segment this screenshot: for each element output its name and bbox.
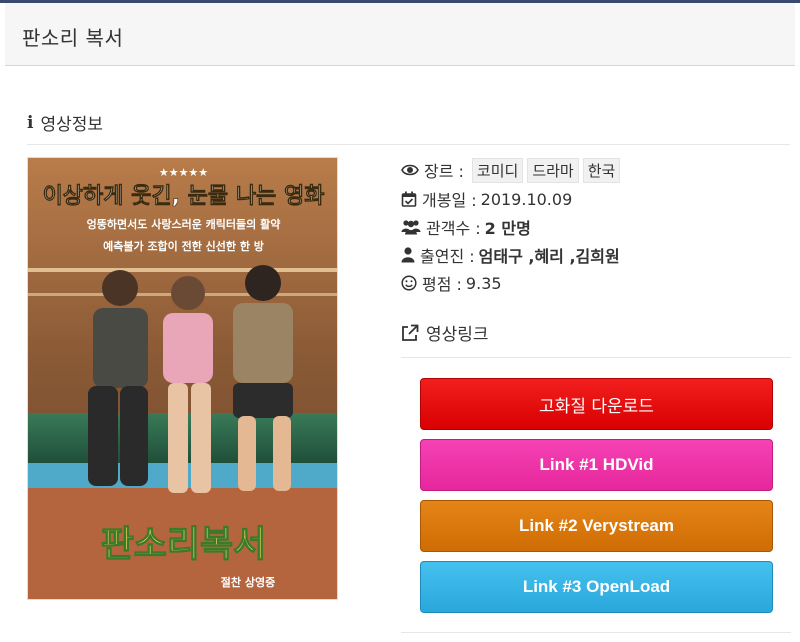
poster-movie-title: 판소리복서 bbox=[101, 524, 267, 565]
section-heading: i 영상정보 bbox=[27, 110, 104, 136]
poster-stars: ★★★★★ bbox=[159, 166, 208, 179]
eye-icon bbox=[401, 164, 419, 176]
genre-tag[interactable]: 드라마 bbox=[527, 157, 579, 183]
audience-value: 2 만명 bbox=[484, 219, 531, 238]
release-value: 2019.10.09 bbox=[480, 189, 573, 209]
meta-release: 개봉일 : 2019.10.09 bbox=[401, 186, 572, 212]
rating-value: 9.35 bbox=[465, 273, 502, 293]
smile-icon bbox=[401, 275, 417, 291]
poster-bottom-text: 절찬 상영중 bbox=[221, 575, 275, 589]
calendar-check-icon bbox=[401, 191, 417, 207]
links-divider bbox=[401, 357, 791, 358]
hd-download-button[interactable]: 고화질 다운로드 bbox=[420, 378, 773, 430]
meta-genre: 장르 : 코미디 드라마 한국 bbox=[401, 157, 621, 183]
external-link-icon bbox=[402, 324, 419, 341]
page-title: 판소리 복서 bbox=[22, 26, 124, 50]
genre-label: 장르 : bbox=[424, 162, 464, 181]
user-icon bbox=[401, 247, 415, 263]
cast-label: 출연진 : bbox=[420, 247, 475, 266]
section-divider bbox=[27, 144, 790, 145]
release-label: 개봉일 : bbox=[422, 191, 477, 210]
page-header: 판소리 복서 bbox=[5, 3, 795, 66]
meta-cast: 출연진 : 엄태구 ,혜리 ,김희원 bbox=[401, 242, 620, 268]
genre-tag[interactable]: 한국 bbox=[582, 157, 621, 183]
meta-audience: 관객수 : 2 만명 bbox=[401, 214, 531, 240]
link-2-verystream-button[interactable]: Link #2 Verystream bbox=[420, 500, 773, 552]
links-heading: 영상링크 bbox=[401, 320, 489, 345]
link-1-hdvid-button[interactable]: Link #1 HDVid bbox=[420, 439, 773, 491]
genre-tag[interactable]: 코미디 bbox=[471, 157, 524, 183]
users-icon bbox=[401, 220, 421, 235]
movie-poster: ★★★★★ 이상하게 웃긴, 눈물 나는 영화 엉뚱하면서도 사랑스러운 캐릭터… bbox=[27, 157, 338, 600]
poster-quote-2: 예측불가 조합이 전한 신선한 한 방 bbox=[103, 239, 264, 253]
info-icon: i bbox=[27, 112, 34, 133]
poster-quote-1: 엉뚱하면서도 사랑스러운 캐릭터들의 활약 bbox=[87, 217, 281, 231]
audience-label: 관객수 : bbox=[426, 219, 481, 238]
link-3-openload-button[interactable]: Link #3 OpenLoad bbox=[420, 561, 773, 613]
bottom-divider bbox=[401, 632, 791, 633]
section-title: 영상정보 bbox=[40, 115, 104, 135]
cast-value: 엄태구 ,혜리 ,김희원 bbox=[478, 247, 620, 266]
poster-tagline: 이상하게 웃긴, 눈물 나는 영화 bbox=[43, 184, 325, 209]
rating-label: 평점 : bbox=[422, 275, 462, 294]
meta-rating: 평점 : 9.35 bbox=[401, 270, 502, 296]
links-title: 영상링크 bbox=[426, 325, 489, 345]
